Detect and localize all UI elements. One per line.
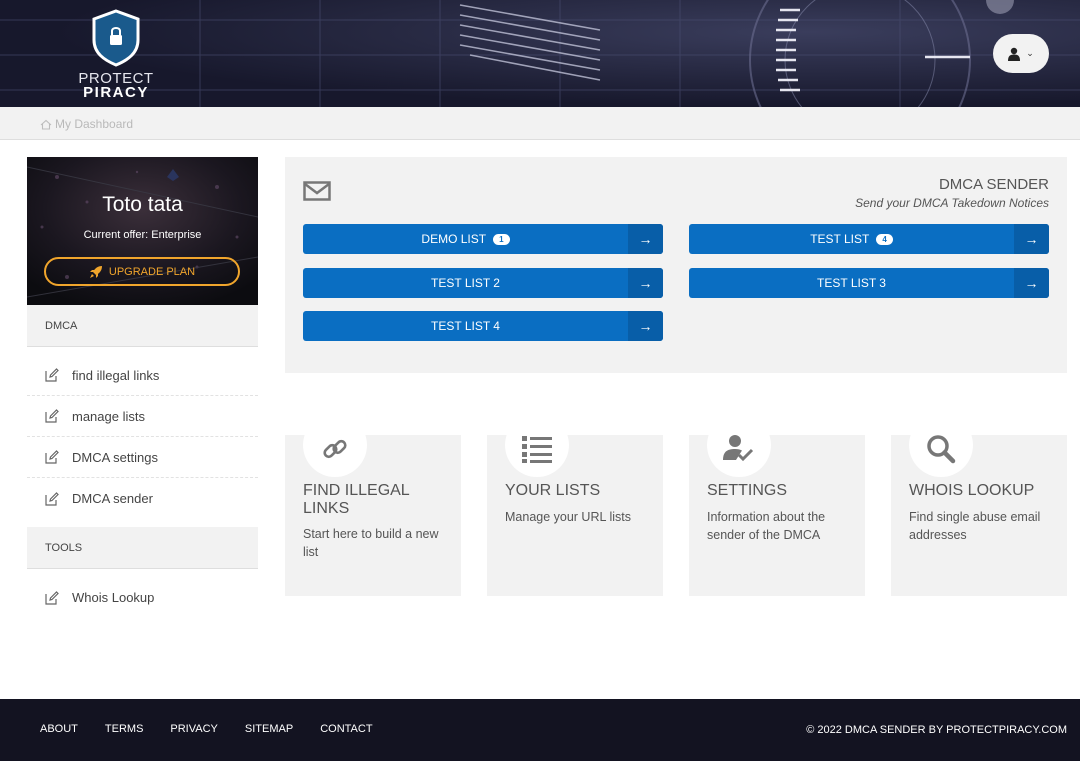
sidebar-item-label: Whois Lookup [72, 590, 155, 605]
edit-icon [45, 491, 59, 506]
list-button-test-list-2[interactable]: TEST LIST 2 → [303, 268, 663, 298]
link-icon [303, 423, 367, 475]
list-count-badge: 1 [493, 233, 510, 245]
list-button-label: TEST LIST 2 [303, 268, 628, 298]
list-icon [505, 423, 569, 475]
sidebar-item-dmca-settings[interactable]: DMCA settings [27, 437, 258, 478]
breadcrumb[interactable]: My Dashboard [40, 117, 133, 131]
edit-icon [45, 590, 59, 605]
sidebar-item-manage-lists[interactable]: manage lists [27, 396, 258, 437]
footer-link-privacy[interactable]: PRIVACY [170, 723, 217, 735]
rocket-icon [89, 265, 102, 278]
sidebar: Toto tata Current offer: Enterprise UPGR… [27, 157, 258, 626]
footer-links: ABOUT TERMS PRIVACY SITEMAP CONTACT [40, 723, 373, 735]
user-icon [1008, 47, 1021, 61]
list-button-test-list-3[interactable]: TEST LIST 3 → [689, 268, 1049, 298]
sidebar-item-find-illegal-links[interactable]: find illegal links [27, 355, 258, 396]
edit-icon [45, 409, 59, 423]
sidebar-item-label: manage lists [72, 408, 145, 424]
site-footer: ABOUT TERMS PRIVACY SITEMAP CONTACT © 20… [0, 699, 1080, 761]
site-header: PROTECT PIRACY ⌄ [0, 0, 1080, 107]
current-offer-text: Current offer: Enterprise [83, 229, 202, 241]
sidebar-heading-tools: TOOLS [27, 527, 258, 569]
header-background [0, 0, 1080, 107]
list-count-badge: 4 [876, 233, 893, 245]
card-title: FIND ILLEGAL LINKS [303, 482, 410, 517]
envelope-icon [303, 181, 331, 201]
profile-name: Toto tata [102, 193, 183, 216]
panel-title: DMCA SENDER [938, 176, 1049, 193]
footer-link-terms[interactable]: TERMS [105, 723, 144, 735]
sidebar-dmca-group: find illegal links manage lists DMCA set… [27, 347, 258, 527]
search-icon [909, 423, 973, 475]
list-button-demo-list[interactable]: DEMO LIST 1 → [303, 224, 663, 254]
list-button-test-list[interactable]: TEST LIST 4 → [689, 224, 1049, 254]
sidebar-tools-group: Whois Lookup [27, 569, 258, 626]
breadcrumb-label: My Dashboard [55, 117, 134, 131]
shield-lock-icon [92, 9, 140, 67]
logo-text-piracy: PIRACY [83, 84, 149, 101]
card-title: WHOIS LOOKUP [909, 482, 1035, 499]
panel-subtitle: Send your DMCA Takedown Notices [855, 196, 1049, 210]
list-button-label: DEMO LIST 1 [303, 224, 628, 254]
user-check-icon [707, 423, 771, 475]
arrow-right-icon: → [628, 224, 663, 254]
footer-link-sitemap[interactable]: SITEMAP [245, 723, 293, 735]
upgrade-plan-button[interactable]: UPGRADE PLAN [44, 257, 240, 286]
upgrade-plan-label: UPGRADE PLAN [108, 265, 196, 278]
home-icon [40, 119, 52, 130]
list-button-label: TEST LIST 3 [689, 268, 1014, 298]
sidebar-item-label: find illegal links [72, 367, 160, 383]
edit-icon [45, 450, 59, 464]
list-button-test-list-4[interactable]: TEST LIST 4 → [303, 311, 663, 341]
arrow-right-icon: → [1014, 224, 1049, 254]
arrow-right-icon: → [628, 311, 663, 341]
list-button-label: TEST LIST 4 [303, 311, 628, 341]
list-name: TEST LIST 2 [431, 276, 500, 290]
protect-piracy-logo[interactable]: PROTECT PIRACY [78, 8, 154, 101]
breadcrumb-bar: My Dashboard [0, 107, 1080, 140]
arrow-right-icon: → [1014, 268, 1049, 298]
card-description: Information about the sender of the DMCA [707, 510, 826, 542]
footer-link-contact[interactable]: CONTACT [320, 723, 372, 735]
user-menu-button[interactable]: ⌄ [993, 34, 1049, 73]
sidebar-item-label: DMCA settings [72, 449, 158, 465]
card-description: Find single abuse email addresses [909, 510, 1041, 542]
profile-card: Toto tata Current offer: Enterprise UPGR… [27, 157, 258, 305]
card-find-illegal-links[interactable]: FIND ILLEGAL LINKS Start here to build a… [285, 435, 461, 596]
card-description: Start here to build a new list [303, 527, 439, 559]
card-whois-lookup[interactable]: WHOIS LOOKUP Find single abuse email add… [891, 435, 1067, 596]
arrow-right-icon: → [628, 268, 663, 298]
edit-icon [45, 368, 59, 382]
chevron-down-icon: ⌄ [1026, 48, 1034, 58]
list-button-label: TEST LIST 4 [689, 224, 1014, 254]
sidebar-item-label: DMCA sender [72, 491, 153, 506]
list-name: TEST LIST 4 [431, 319, 500, 333]
card-title: YOUR LISTS [505, 482, 601, 499]
sidebar-item-dmca-sender[interactable]: DMCA sender [27, 478, 258, 519]
card-your-lists[interactable]: YOUR LISTS Manage your URL lists [487, 435, 663, 596]
footer-link-about[interactable]: ABOUT [40, 723, 78, 735]
card-description: Manage your URL lists [505, 510, 631, 524]
sidebar-item-whois-lookup[interactable]: Whois Lookup [27, 577, 258, 618]
copyright-text: © 2022 DMCA SENDER BY PROTECTPIRACY.COM [806, 724, 1067, 736]
card-title: SETTINGS [707, 482, 788, 499]
sidebar-heading-dmca: DMCA [27, 305, 258, 347]
dmca-sender-panel: DMCA SENDER Send your DMCA Takedown Noti… [285, 157, 1067, 373]
card-settings[interactable]: SETTINGS Information about the sender of… [689, 435, 865, 596]
list-name: DEMO LIST [421, 232, 487, 246]
list-name: TEST LIST 3 [817, 276, 886, 290]
panel-heading: DMCA SENDER Send your DMCA Takedown Noti… [855, 176, 1049, 210]
list-name: TEST LIST [810, 232, 870, 246]
